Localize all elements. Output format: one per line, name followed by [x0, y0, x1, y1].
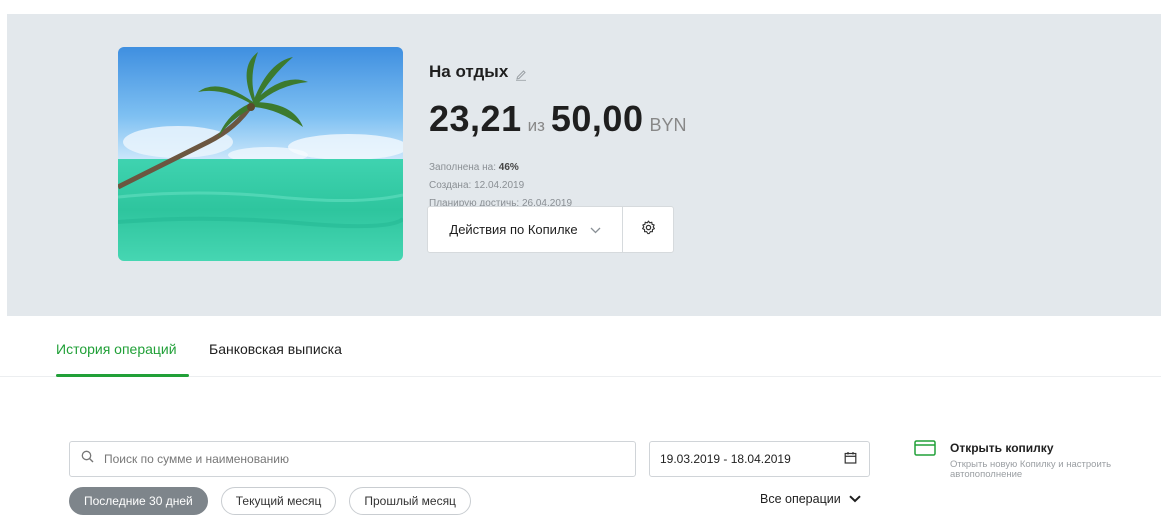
- amount-of-label: из: [527, 116, 545, 135]
- currency-label: BYN: [649, 115, 687, 135]
- goal-actions: Действия по Копилке: [427, 206, 674, 253]
- chevron-down-icon: [849, 492, 861, 506]
- goal-actions-dropdown[interactable]: Действия по Копилке: [428, 207, 623, 252]
- current-amount: 23,21: [429, 98, 522, 139]
- palm-beach-image: [118, 47, 403, 261]
- search-input[interactable]: [104, 452, 624, 466]
- filled-value: 46%: [498, 162, 519, 173]
- card-icon: [914, 440, 936, 461]
- top-strip: [0, 0, 1161, 14]
- chip-last-30-days[interactable]: Последние 30 дней: [69, 487, 208, 515]
- date-range-value: 19.03.2019 - 18.04.2019: [660, 452, 791, 466]
- created-value: 12.04.2019: [474, 180, 525, 191]
- edit-pencil-icon[interactable]: [515, 66, 527, 81]
- operations-filter-dropdown[interactable]: Все операции: [760, 492, 861, 506]
- gear-icon: [641, 220, 656, 240]
- operations-tabs: История операций Банковская выписка: [0, 316, 1161, 377]
- created-label: Создана:: [429, 180, 472, 191]
- period-chips: Последние 30 дней Текущий месяц Прошлый …: [69, 487, 471, 515]
- goal-image: [118, 47, 403, 261]
- chip-current-month[interactable]: Текущий месяц: [220, 487, 337, 515]
- tab-bank-statement[interactable]: Банковская выписка: [209, 341, 342, 357]
- settings-button[interactable]: [623, 207, 673, 252]
- active-tab-indicator: [56, 374, 189, 377]
- date-range-picker[interactable]: 19.03.2019 - 18.04.2019: [649, 441, 870, 477]
- search-icon: [81, 450, 94, 468]
- search-field: [69, 441, 636, 477]
- created-date: Создана: 12.04.2019: [429, 180, 524, 191]
- goal-actions-label: Действия по Копилке: [449, 222, 578, 237]
- filled-label: Заполнена на:: [429, 162, 497, 173]
- filled-percent: Заполнена на: 46%: [429, 162, 519, 173]
- target-amount: 50,00: [550, 98, 644, 139]
- calendar-icon: [844, 451, 857, 467]
- tab-operations-history[interactable]: История операций: [56, 341, 177, 357]
- goal-title: На отдых: [429, 62, 527, 82]
- chevron-down-icon: [590, 222, 601, 237]
- operations-filter-label: Все операции: [760, 492, 841, 506]
- chip-previous-month[interactable]: Прошлый месяц: [349, 487, 471, 515]
- open-piggy-title[interactable]: Открыть копилку: [950, 441, 1054, 455]
- goal-title-text: На отдых: [429, 62, 509, 81]
- goal-amount: 23,21 из 50,00 BYN: [429, 98, 687, 140]
- open-piggy-description: Открыть новую Копилку и настроить автопо…: [950, 459, 1112, 480]
